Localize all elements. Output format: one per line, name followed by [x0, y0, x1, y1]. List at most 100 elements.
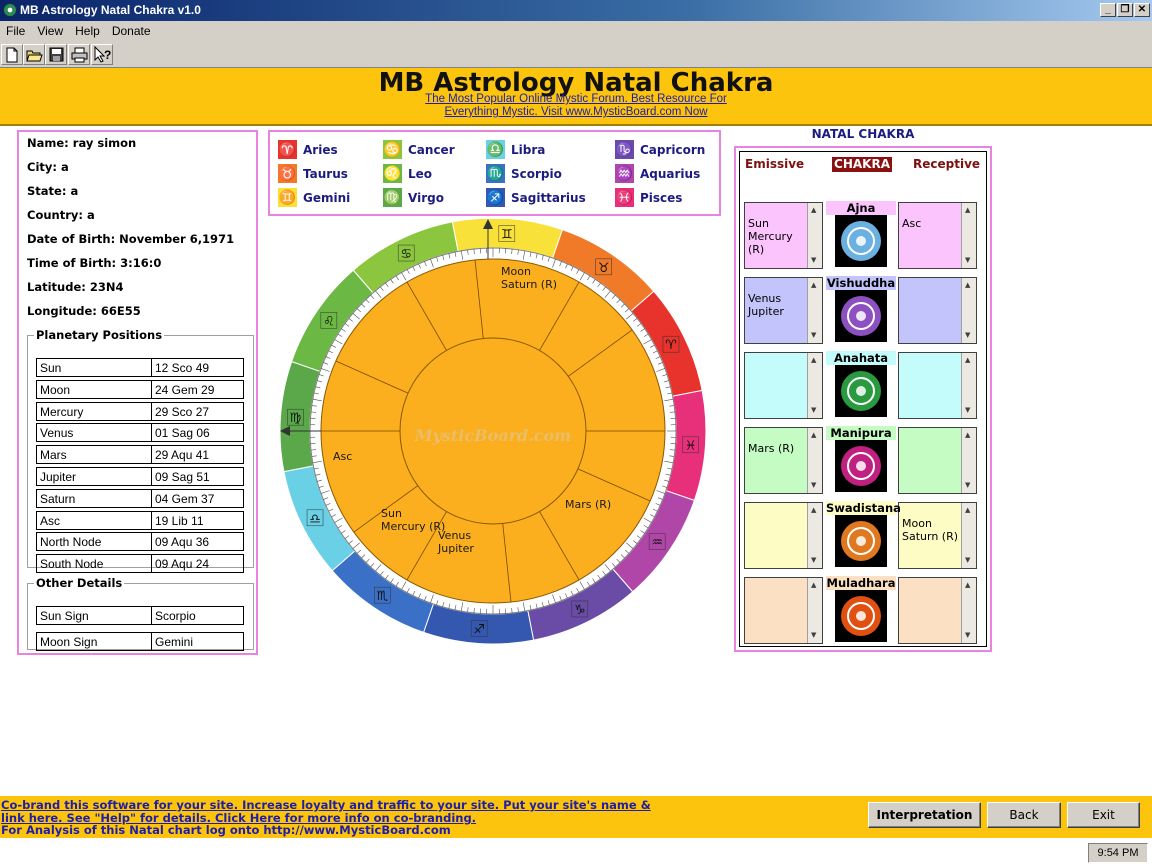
house-label-mars: Mars (R)	[565, 498, 611, 511]
app-header: MB Astrology Natal Chakra The Most Popul…	[0, 68, 1152, 126]
taurus-glyph-icon: ♉	[278, 164, 297, 183]
forum-link-line-2[interactable]: Everything Mystic. Visit www.MysticBoard…	[0, 106, 1152, 118]
save-button[interactable]	[45, 44, 67, 65]
print-icon	[71, 47, 88, 63]
muladhara-chakra-icon	[835, 590, 887, 642]
pisces-wheel-glyph-icon: ♓	[685, 439, 697, 454]
aquarius-glyph-icon: ♒	[615, 164, 634, 183]
menu-view[interactable]: View	[31, 21, 69, 38]
planetary-positions-legend: Planetary Positions	[36, 328, 163, 342]
planet-name: Mars	[37, 446, 152, 464]
receptive-listbox-manipura[interactable]	[898, 427, 977, 494]
gemini-glyph-icon: ♊	[278, 188, 297, 207]
state-label: State: a	[27, 184, 79, 198]
planet-row: Mercury 29 Sco 27	[36, 401, 244, 421]
planet-position: 09 Aqu 24	[155, 557, 210, 572]
scrollbar[interactable]	[807, 428, 822, 493]
open-button[interactable]	[23, 44, 45, 65]
anahata-chakra-icon	[835, 365, 887, 417]
detail-row: Moon Sign Gemini	[36, 632, 244, 651]
detail-row: Sun Sign Scorpio	[36, 606, 244, 625]
planet-row: Sun 12 Sco 49	[36, 358, 244, 377]
receptive-listbox-anahata[interactable]	[898, 352, 977, 419]
taurus-wheel-glyph-icon: ♉	[598, 261, 610, 276]
watermark-logo: MysticBoard.com	[414, 426, 571, 445]
libra-glyph-icon: ♎	[486, 140, 505, 159]
print-button[interactable]	[68, 44, 90, 65]
planet-name: South Node	[37, 555, 152, 573]
cancer-glyph-icon: ♋	[383, 140, 402, 159]
scrollbar[interactable]	[961, 353, 976, 418]
emissive-listbox-anahata[interactable]	[744, 352, 823, 419]
sign-name: Virgo	[408, 191, 444, 205]
scrollbar[interactable]	[961, 503, 976, 568]
emissive-listbox-vishuddha[interactable]: Venus Jupiter	[744, 277, 823, 344]
sign-name: Leo	[408, 167, 433, 181]
manipura-chakra-icon	[835, 440, 887, 492]
window-title: MB Astrology Natal Chakra v1.0	[20, 3, 201, 17]
planet-name: Venus	[37, 424, 152, 442]
sign-name: Taurus	[303, 167, 348, 181]
ajna-chakra-icon	[835, 215, 887, 267]
scorpio-wheel-glyph-icon: ♏	[376, 589, 388, 604]
status-bar: 9:54 PM	[0, 838, 1152, 864]
menu-help[interactable]: Help	[69, 21, 106, 38]
leo-wheel-glyph-icon: ♌	[323, 314, 335, 329]
chakra-name-anahata: Anahata	[826, 351, 896, 365]
minimize-button[interactable]: _	[1100, 3, 1116, 17]
scrollbar[interactable]	[807, 503, 822, 568]
chakra-name-vishuddha: Vishuddha	[826, 276, 896, 290]
chakra-name-ajna: Ajna	[826, 201, 896, 215]
scrollbar[interactable]	[807, 203, 822, 268]
scrollbar[interactable]	[807, 353, 822, 418]
forum-link-line-1[interactable]: The Most Popular Online Mystic Forum. Be…	[0, 93, 1152, 105]
restore-button[interactable]: ❐	[1117, 3, 1133, 17]
chakra-name-manipura: Manipura	[826, 426, 896, 440]
close-button[interactable]: ✕	[1134, 3, 1150, 17]
planet-name: Jupiter	[37, 468, 152, 485]
receptive-listbox-ajna[interactable]: Asc	[898, 202, 977, 269]
other-details-legend: Other Details	[36, 576, 123, 590]
planet-position: 29 Sco 27	[155, 404, 210, 419]
detail-name: Sun Sign	[37, 607, 152, 624]
sign-name: Sagittarius	[511, 191, 586, 205]
house-label-moon-saturn: Saturn (R)	[501, 278, 557, 291]
menu-donate[interactable]: Donate	[106, 21, 157, 38]
scrollbar[interactable]	[807, 578, 822, 643]
emissive-listbox-ajna[interactable]: Sun Mercury (R)	[744, 202, 823, 269]
leo-glyph-icon: ♌	[383, 164, 402, 183]
menu-file[interactable]: File	[0, 21, 31, 38]
back-button[interactable]: Back	[987, 802, 1061, 828]
scrollbar[interactable]	[807, 278, 822, 343]
emissive-listbox-swadistana[interactable]	[744, 502, 823, 569]
new-file-button[interactable]	[1, 44, 23, 65]
scrollbar[interactable]	[961, 578, 976, 643]
planet-row: Saturn 04 Gem 37	[36, 488, 244, 508]
planet-name: North Node	[37, 533, 152, 551]
planet-position: 12 Sco 49	[155, 361, 210, 375]
planet-row: Jupiter 09 Sag 51	[36, 467, 244, 486]
scrollbar[interactable]	[961, 203, 976, 268]
co-brand-link-line-1[interactable]: Co-brand this software for your site. In…	[1, 798, 651, 812]
exit-button[interactable]: Exit	[1067, 802, 1140, 828]
other-details-group: Other Details Sun Sign Scorpio Moon Sign Ge…	[27, 576, 254, 651]
house-label-venus-jupiter: Jupiter	[437, 542, 474, 555]
receptive-listbox-vishuddha[interactable]	[898, 277, 977, 344]
natal-wheel: ♎ ♏ ♐ ♑ ♒ ♓ ♈ ♉ ♊ ♋ ♌ ♍ MysticBoard.com MoonSaturn (R…	[279, 219, 707, 645]
planet-position: 19 Lib 11	[155, 513, 204, 528]
planet-position: 29 Aqu 41	[155, 448, 210, 463]
sign-name: Aquarius	[640, 167, 701, 181]
context-help-button[interactable]: ?	[91, 44, 113, 65]
scrollbar[interactable]	[961, 278, 976, 343]
virgo-glyph-icon: ♍	[383, 188, 402, 207]
planet-name: Sun	[37, 359, 152, 376]
emissive-listbox-manipura[interactable]: Mars (R)	[744, 427, 823, 494]
scrollbar[interactable]	[961, 428, 976, 493]
receptive-listbox-muladhara[interactable]	[898, 577, 977, 644]
country-label: Country: a	[27, 208, 95, 222]
interpretation-button[interactable]: Interpretation	[868, 802, 981, 828]
sign-name: Pisces	[640, 191, 683, 205]
receptive-listbox-swadistana[interactable]: Moon Saturn (R)	[898, 502, 977, 569]
planet-position: 01 Sag 06	[155, 426, 210, 441]
emissive-listbox-muladhara[interactable]	[744, 577, 823, 644]
